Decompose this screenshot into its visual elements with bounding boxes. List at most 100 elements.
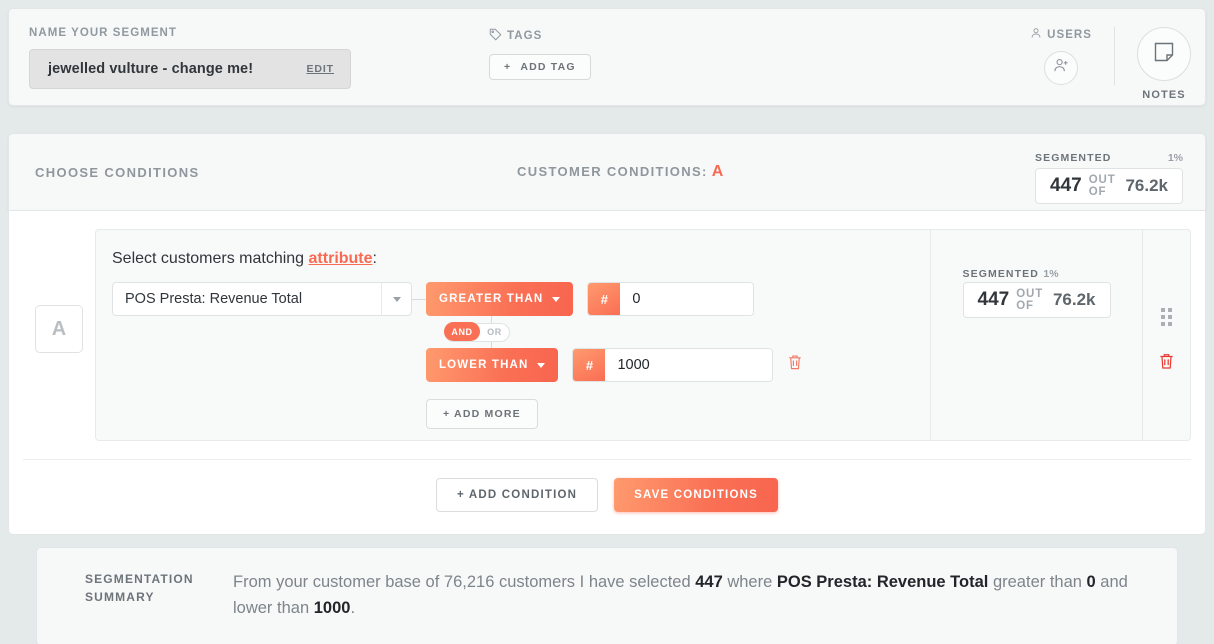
operator-button-2[interactable]: LOWER THAN bbox=[426, 348, 559, 382]
operator-label-2: LOWER THAN bbox=[439, 359, 529, 371]
segmentation-summary-card: SEGMENTATION SUMMARY From your customer … bbox=[36, 547, 1178, 644]
segment-name-field[interactable]: jewelled vulture - change me! EDIT bbox=[29, 49, 351, 89]
note-icon bbox=[1152, 40, 1176, 69]
logic-toggle-row: AND OR bbox=[426, 316, 803, 348]
panel-segmented-badge: SEGMENTED 1% 447 OUT OF 76.2k bbox=[962, 264, 1111, 440]
segmentation-summary-label: SEGMENTATION SUMMARY bbox=[61, 570, 233, 621]
condition-group-letter-badge: A bbox=[35, 305, 83, 353]
condition-panel: Select customers matching attribute: POS… bbox=[95, 229, 1191, 441]
user-add-icon bbox=[1053, 57, 1070, 79]
operator-label-1: GREATER THAN bbox=[439, 293, 544, 305]
customer-conditions-letter: A bbox=[711, 163, 725, 180]
customer-conditions-label: CUSTOMER CONDITIONS: bbox=[517, 164, 708, 179]
segmented-percent: 1% bbox=[1167, 152, 1183, 164]
summary-greater-value: 0 bbox=[1086, 573, 1096, 591]
connector-line bbox=[412, 299, 426, 300]
segmented-total: 76.2k bbox=[1125, 176, 1168, 195]
summary-label-line1: SEGMENTATION bbox=[85, 572, 194, 586]
attribute-link[interactable]: attribute bbox=[309, 250, 373, 267]
summary-text-2: where bbox=[722, 573, 777, 591]
tags-section: TAGS + ADD TAG bbox=[489, 27, 729, 80]
operator-button-1[interactable]: GREATER THAN bbox=[426, 282, 574, 316]
summary-text-5: . bbox=[350, 598, 356, 617]
tags-label: TAGS bbox=[507, 30, 543, 42]
segmentation-summary-text: From your customer base of 76,216 custom… bbox=[233, 570, 1153, 621]
users-label-row: USERS bbox=[1030, 27, 1092, 42]
segment-name-value: jewelled vulture - change me! bbox=[48, 61, 254, 77]
summary-lower-value: 1000 bbox=[313, 598, 351, 617]
summary-label-line2: SUMMARY bbox=[85, 590, 155, 604]
rule-builder: POS Presta: Revenue Total GREATER THAN #… bbox=[112, 282, 930, 429]
logic-or-option[interactable]: OR bbox=[480, 327, 509, 337]
name-your-segment-label: NAME YOUR SEGMENT bbox=[29, 27, 177, 39]
summary-selected-count: 447 bbox=[695, 573, 723, 591]
panel-segmented-count-box: 447 OUT OF 76.2k bbox=[962, 282, 1111, 318]
segmented-out-of-label: OUT OF bbox=[1088, 174, 1116, 198]
delete-condition-icon[interactable] bbox=[1158, 352, 1175, 376]
customer-conditions-heading: CUSTOMER CONDITIONS: A bbox=[517, 163, 725, 181]
value-input-2[interactable] bbox=[605, 349, 773, 381]
segment-header-card: NAME YOUR SEGMENT jewelled vulture - cha… bbox=[8, 8, 1206, 106]
edit-name-link[interactable]: EDIT bbox=[306, 63, 334, 75]
hash-icon-2: # bbox=[573, 349, 606, 381]
chevron-down-icon bbox=[537, 362, 546, 368]
and-or-toggle[interactable]: AND OR bbox=[444, 322, 510, 342]
conditions-header-bar: CHOOSE CONDITIONS CUSTOMER CONDITIONS: A … bbox=[8, 133, 1206, 211]
condition-group-row: A Select customers matching attribute: P… bbox=[23, 229, 1191, 441]
notes-button[interactable] bbox=[1137, 27, 1191, 81]
panel-segmented-count: 447 bbox=[977, 289, 1010, 310]
select-prefix-text: Select customers matching bbox=[112, 250, 309, 267]
summary-attribute: POS Presta: Revenue Total bbox=[776, 573, 989, 591]
notes-label: NOTES bbox=[1142, 89, 1186, 101]
condition-actions: + ADD CONDITION SAVE CONDITIONS bbox=[23, 459, 1191, 512]
segmented-summary-badge: SEGMENTED 1% 447 OUT OF 76.2k bbox=[1035, 152, 1183, 204]
notes-section: NOTES bbox=[1115, 27, 1191, 101]
panel-segmented-title: SEGMENTED bbox=[962, 268, 1039, 280]
hash-icon-1: # bbox=[588, 283, 621, 315]
segment-name-section: NAME YOUR SEGMENT jewelled vulture - cha… bbox=[9, 27, 489, 89]
plus-icon: + bbox=[504, 61, 512, 73]
attribute-select-value: POS Presta: Revenue Total bbox=[125, 291, 303, 307]
add-tag-button[interactable]: + ADD TAG bbox=[489, 54, 591, 80]
select-suffix-text: : bbox=[372, 250, 377, 267]
panel-segmented-total: 76.2k bbox=[1052, 290, 1096, 309]
conditions-body-card: A Select customers matching attribute: P… bbox=[8, 211, 1206, 535]
segmented-count-box: 447 OUT OF 76.2k bbox=[1035, 168, 1183, 204]
summary-text-1: From your customer base of 76,216 custom… bbox=[233, 573, 696, 591]
users-section: USERS bbox=[1030, 27, 1115, 85]
summary-text-3: greater than bbox=[988, 573, 1087, 591]
rule-row-1: GREATER THAN # bbox=[426, 282, 803, 316]
panel-segmented-percent: 1% bbox=[1043, 268, 1059, 280]
select-customers-line: Select customers matching attribute: bbox=[112, 250, 930, 268]
chevron-down-icon bbox=[381, 283, 411, 315]
condition-builder: Select customers matching attribute: POS… bbox=[96, 230, 930, 440]
tags-label-row: TAGS bbox=[489, 28, 729, 44]
logic-and-option[interactable]: AND bbox=[444, 322, 480, 341]
conditions-section: CHOOSE CONDITIONS CUSTOMER CONDITIONS: A … bbox=[8, 133, 1206, 535]
add-tag-label: ADD TAG bbox=[520, 61, 576, 73]
add-more-button[interactable]: + ADD MORE bbox=[426, 399, 538, 429]
value-field-1[interactable]: # bbox=[587, 282, 755, 316]
rule-row-2: LOWER THAN # bbox=[426, 348, 803, 382]
segmented-title: SEGMENTED bbox=[1035, 152, 1112, 164]
choose-conditions-label: CHOOSE CONDITIONS bbox=[35, 164, 200, 180]
save-conditions-button[interactable]: SAVE CONDITIONS bbox=[614, 478, 778, 512]
value-field-2[interactable]: # bbox=[572, 348, 774, 382]
user-icon bbox=[1030, 27, 1042, 42]
rules-list: GREATER THAN # 0 AND OR LOWER THAN # 100… bbox=[426, 282, 803, 429]
chevron-down-icon bbox=[552, 296, 561, 302]
header-right-tools: USERS NOTES bbox=[1030, 27, 1191, 101]
value-input-1[interactable] bbox=[620, 283, 754, 315]
segmented-count: 447 bbox=[1050, 175, 1082, 196]
panel-segmented-section: SEGMENTED 1% 447 OUT OF 76.2k bbox=[930, 230, 1142, 440]
delete-rule-icon[interactable] bbox=[787, 354, 803, 376]
users-label: USERS bbox=[1047, 28, 1092, 41]
attribute-select[interactable]: POS Presta: Revenue Total bbox=[112, 282, 412, 316]
tag-icon bbox=[489, 28, 502, 44]
add-user-button[interactable] bbox=[1044, 51, 1079, 85]
panel-tools-column bbox=[1142, 230, 1190, 440]
add-condition-button[interactable]: + ADD CONDITION bbox=[436, 478, 599, 512]
segmented-badge-top: SEGMENTED 1% bbox=[1035, 152, 1183, 164]
panel-segmented-out-of-label: OUT OF bbox=[1016, 288, 1044, 312]
drag-handle-icon[interactable] bbox=[1161, 308, 1172, 326]
